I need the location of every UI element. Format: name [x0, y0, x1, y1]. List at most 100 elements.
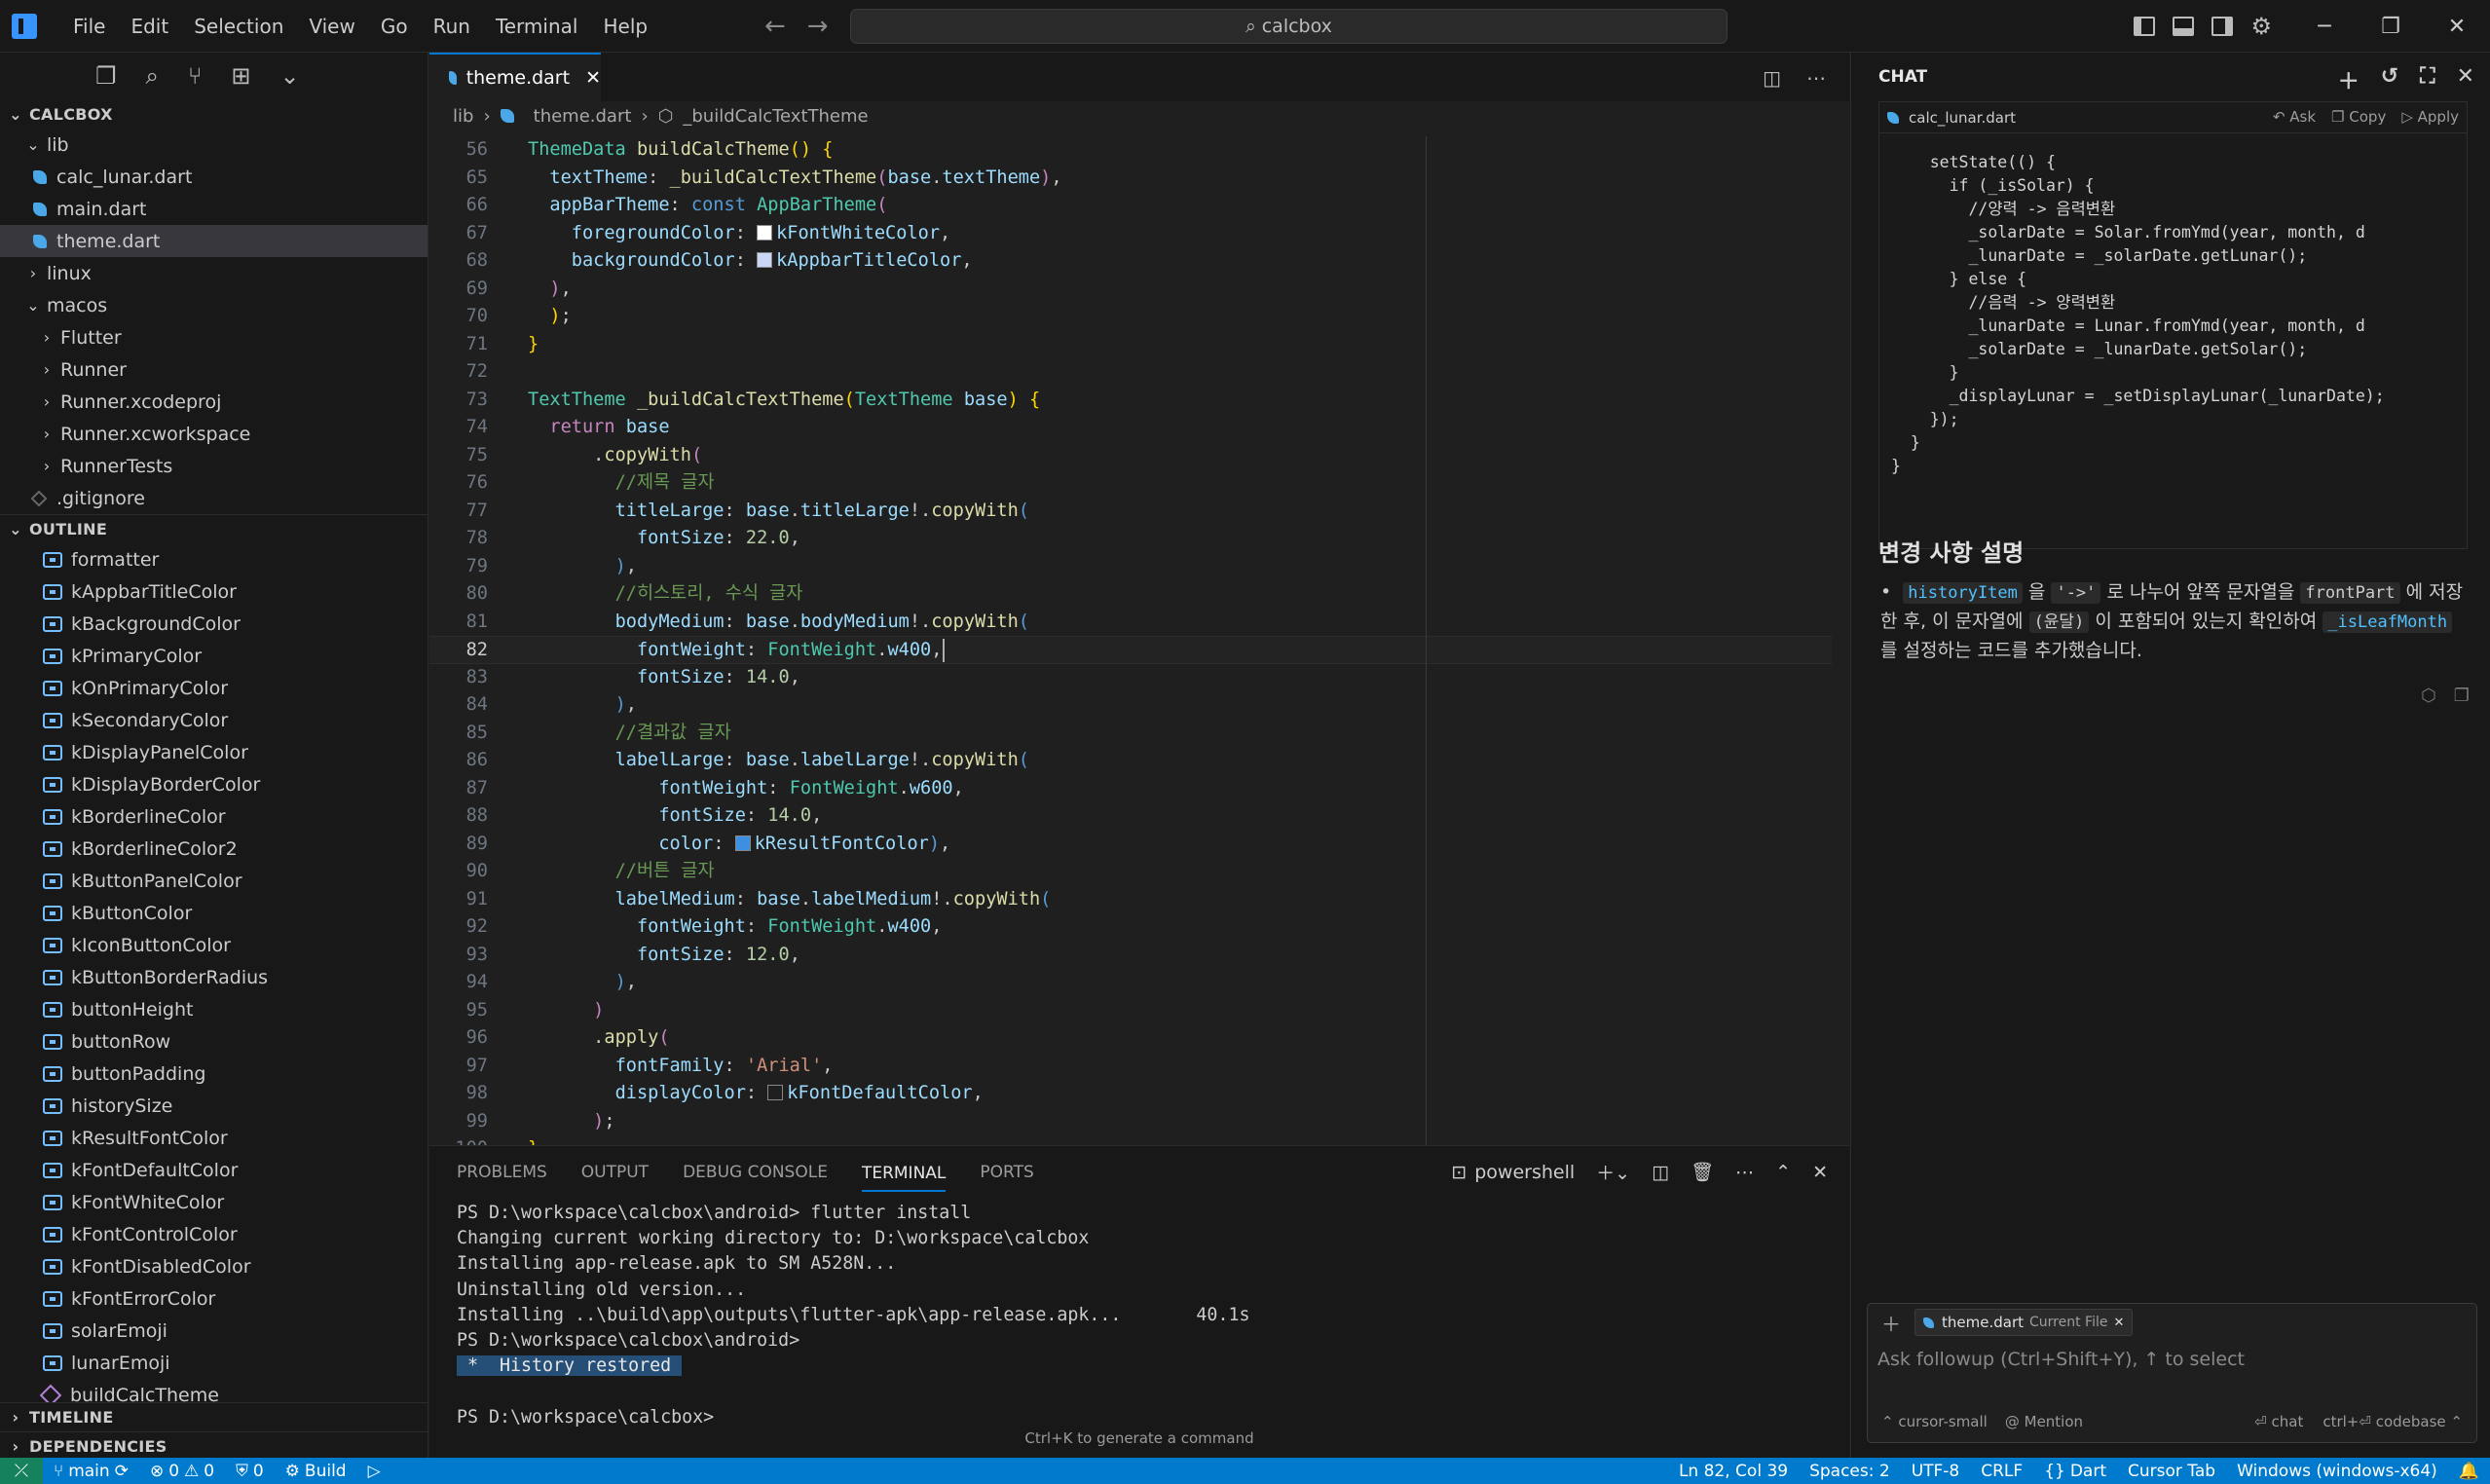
model-selector[interactable]: ⌃ cursor-small — [1881, 1413, 1988, 1430]
outline-header[interactable]: ⌄ OUTLINE — [0, 514, 427, 543]
breadcrumb-item[interactable]: lib — [453, 106, 473, 127]
new-chat-icon[interactable]: ＋ — [2338, 64, 2360, 95]
menu-item-edit[interactable]: Edit — [118, 15, 181, 38]
more-actions-icon[interactable]: ⋯ — [1735, 1162, 1754, 1183]
outline-item[interactable]: kOnPrimaryColor — [0, 672, 427, 704]
new-terminal-icon[interactable]: ＋⌄ — [1596, 1159, 1630, 1185]
outline-item[interactable]: kFontDefaultColor — [0, 1154, 427, 1186]
panel-tab-terminal[interactable]: TERMINAL — [861, 1154, 947, 1192]
outline-item[interactable]: kDisplayBorderColor — [0, 768, 427, 800]
close-tab-icon[interactable]: ✕ — [585, 67, 601, 89]
run-icon[interactable]: ▷ — [357, 1462, 391, 1481]
panel-tab-debug-console[interactable]: DEBUG CONSOLE — [683, 1163, 828, 1182]
remove-chip-icon[interactable]: ✕ — [2113, 1316, 2124, 1330]
folder-item[interactable]: › linux — [0, 257, 427, 289]
outline-item[interactable]: buildCalcTheme — [0, 1379, 427, 1402]
breadcrumb-item[interactable]: theme.dart — [534, 106, 632, 127]
language-mode[interactable]: {} Dart — [2033, 1462, 2117, 1481]
maximize-panel-icon[interactable]: ⌃ — [1775, 1162, 1791, 1183]
maximize-icon[interactable]: ⛶ — [2420, 64, 2434, 95]
outline-item[interactable]: kFontControlColor — [0, 1218, 427, 1250]
code-editor[interactable]: 56 ThemeData buildCalcTheme() {65 textThe… — [429, 136, 1832, 1145]
outline-item[interactable]: kBackgroundColor — [0, 608, 427, 640]
outline-item[interactable]: kSecondaryColor — [0, 704, 427, 736]
panel-tab-problems[interactable]: PROBLEMS — [457, 1163, 547, 1182]
outline-item[interactable]: kResultFontColor — [0, 1122, 427, 1154]
outline-item[interactable]: kButtonColor — [0, 897, 427, 929]
file-item[interactable]: .gitignore — [0, 482, 427, 514]
toggle-sidebar-icon[interactable] — [2134, 17, 2156, 36]
kill-terminal-icon[interactable]: 🗑 — [1691, 1161, 1714, 1183]
outline-item[interactable]: kIconButtonColor — [0, 929, 427, 961]
codebase-button[interactable]: ctrl+⏎ codebase ⌃ — [2323, 1413, 2463, 1430]
cursor-tab[interactable]: Cursor Tab — [2117, 1462, 2226, 1481]
folder-item[interactable]: › Flutter — [0, 321, 427, 353]
file-item[interactable]: theme.dart — [0, 225, 427, 257]
breadcrumb-item[interactable]: _buildCalcTextTheme — [683, 106, 868, 127]
outline-item[interactable]: kPrimaryColor — [0, 640, 427, 672]
minimize-button[interactable]: ─ — [2291, 15, 2358, 39]
close-window-button[interactable]: ✕ — [2424, 15, 2490, 39]
outline-item[interactable]: kBorderlineColor — [0, 800, 427, 833]
explorer-project-header[interactable]: ⌄ CALCBOX — [0, 99, 427, 129]
copy-message-icon[interactable]: ❐ — [2454, 686, 2470, 706]
notifications-bell-icon[interactable]: 🔔 — [2448, 1462, 2490, 1481]
toggle-secondary-sidebar-icon[interactable] — [2211, 17, 2234, 36]
folder-item[interactable]: › Runner — [0, 353, 427, 386]
back-icon[interactable]: ← — [764, 12, 786, 41]
menu-item-terminal[interactable]: Terminal — [483, 15, 591, 38]
ask-button[interactable]: ↶ Ask — [2273, 108, 2316, 126]
terminal-shell-selector[interactable]: ⊡ powershell — [1451, 1162, 1575, 1183]
outline-item[interactable]: kBorderlineColor2 — [0, 833, 427, 865]
menu-item-go[interactable]: Go — [368, 15, 421, 38]
outline-item[interactable]: historySize — [0, 1090, 427, 1122]
outline-item[interactable]: kAppbarTitleColor — [0, 575, 427, 608]
outline-item[interactable]: formatter — [0, 543, 427, 575]
platform[interactable]: Windows (windows-x64) — [2226, 1462, 2448, 1481]
outline-item[interactable]: kFontErrorColor — [0, 1282, 427, 1315]
remote-indicator-icon[interactable]: ⤫ — [0, 1458, 43, 1484]
split-terminal-icon[interactable]: ◫ — [1652, 1162, 1669, 1183]
extensions-icon[interactable]: ⊞ — [231, 62, 250, 90]
mention-button[interactable]: @ Mention — [2005, 1413, 2083, 1430]
timeline-header[interactable]: › TIMELINE — [0, 1402, 427, 1431]
more-actions-icon[interactable]: ⋯ — [1806, 66, 1826, 90]
split-editor-icon[interactable]: ◫ — [1763, 66, 1781, 90]
add-context-icon[interactable]: ＋ — [1881, 1309, 1901, 1337]
source-control-icon[interactable]: ⑂ — [188, 62, 202, 90]
file-item[interactable]: calc_lunar.dart — [0, 161, 427, 193]
terminal-output[interactable]: PS D:\workspace\calcbox\android> flutter… — [457, 1201, 1820, 1430]
tab-theme-dart[interactable]: theme.dart ✕ — [429, 53, 601, 101]
command-center-search[interactable]: ⌕ calcbox — [850, 9, 1728, 44]
outline-item[interactable]: buttonRow — [0, 1025, 427, 1057]
outline-item[interactable]: buttonPadding — [0, 1057, 427, 1090]
outline-item[interactable]: kFontWhiteColor — [0, 1186, 427, 1218]
history-icon[interactable]: ↺ — [2381, 64, 2398, 95]
build-task[interactable]: ⚙ Build — [275, 1462, 357, 1481]
close-chat-icon[interactable]: ✕ — [2457, 64, 2474, 95]
problems-counter[interactable]: ⊗ 0 ⚠ 0 — [139, 1462, 225, 1481]
menu-item-selection[interactable]: Selection — [181, 15, 296, 38]
outline-item[interactable]: buttonHeight — [0, 993, 427, 1025]
outline-item[interactable]: kButtonBorderRadius — [0, 961, 427, 993]
menu-item-file[interactable]: File — [60, 15, 118, 38]
settings-gear-icon[interactable]: ⚙ — [2250, 13, 2272, 40]
menu-item-help[interactable]: Help — [590, 15, 660, 38]
chat-input-placeholder[interactable]: Ask followup (Ctrl+Shift+Y), ↑ to select — [1877, 1349, 2245, 1370]
outline-item[interactable]: kFontDisabledColor — [0, 1250, 427, 1282]
folder-item[interactable]: › Runner.xcodeproj — [0, 386, 427, 418]
cursor-position[interactable]: Ln 82, Col 39 — [1668, 1462, 1799, 1481]
panel-tab-output[interactable]: OUTPUT — [581, 1163, 649, 1182]
folder-item[interactable]: ⌄ lib — [0, 129, 427, 161]
send-chat-button[interactable]: ⏎ chat — [2254, 1413, 2303, 1430]
explorer-icon[interactable]: ❐ — [95, 62, 117, 90]
folder-item[interactable]: › Runner.xcworkspace — [0, 418, 427, 450]
indentation[interactable]: Spaces: 2 — [1799, 1462, 1901, 1481]
toggle-panel-icon[interactable] — [2173, 17, 2195, 36]
restore-button[interactable]: ❐ — [2358, 15, 2424, 39]
ports-counter[interactable]: ⛨ 0 — [225, 1462, 275, 1481]
apply-button[interactable]: ▷ Apply — [2401, 108, 2459, 126]
outline-item[interactable]: lunarEmoji — [0, 1347, 427, 1379]
panel-tab-ports[interactable]: PORTS — [980, 1163, 1033, 1182]
folder-item[interactable]: ⌄ macos — [0, 289, 427, 321]
